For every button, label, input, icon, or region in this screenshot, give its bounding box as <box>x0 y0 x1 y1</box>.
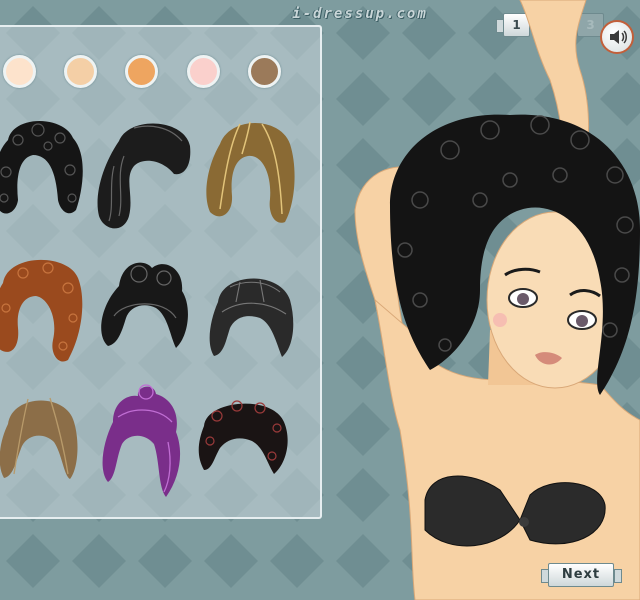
hairstyle-option-blonde-highlight-wavy[interactable] <box>200 114 300 232</box>
hairstyle-thumbnail <box>209 278 294 357</box>
hairstyle-option-purple-bun[interactable] <box>88 382 188 500</box>
skin-tone-swatch-brown[interactable] <box>248 55 281 88</box>
hairstyle-thumbnail <box>101 262 188 348</box>
hairstyle-thumbnail <box>198 400 288 474</box>
skin-tone-swatch-pink[interactable] <box>187 55 220 88</box>
next-button[interactable]: Next <box>548 563 614 587</box>
hairstyle-option-black-messy-updo[interactable] <box>94 256 194 374</box>
hairstyle-thumbnail <box>0 121 83 214</box>
hairstyle-option-black-curly-short[interactable] <box>0 110 88 228</box>
hairstyle-thumbnail <box>0 259 83 362</box>
game-stage: i-dressup.com 1 3 Next <box>0 0 640 600</box>
doll-character <box>354 0 640 600</box>
hairstyle-option-black-red-curly-updo[interactable] <box>192 386 292 504</box>
hairstyle-thumbnail <box>102 384 181 497</box>
skin-tone-swatch-tan[interactable] <box>125 55 158 88</box>
skin-tone-swatch-light[interactable] <box>64 55 97 88</box>
hairstyle-option-light-brown-bob[interactable] <box>0 384 88 502</box>
hairstyle-thumbnail <box>0 397 78 479</box>
hairstyle-option-auburn-curly[interactable] <box>0 248 88 366</box>
next-right-cap <box>614 569 622 583</box>
hairstyle-option-black-long-side-wave[interactable] <box>94 116 194 234</box>
hairstyle-thumbnail <box>206 121 295 223</box>
hairstyle-option-dark-gray-textured[interactable] <box>200 262 300 380</box>
skin-tone-swatch-pale[interactable] <box>3 55 36 88</box>
hairstyle-thumbnail <box>97 123 191 229</box>
